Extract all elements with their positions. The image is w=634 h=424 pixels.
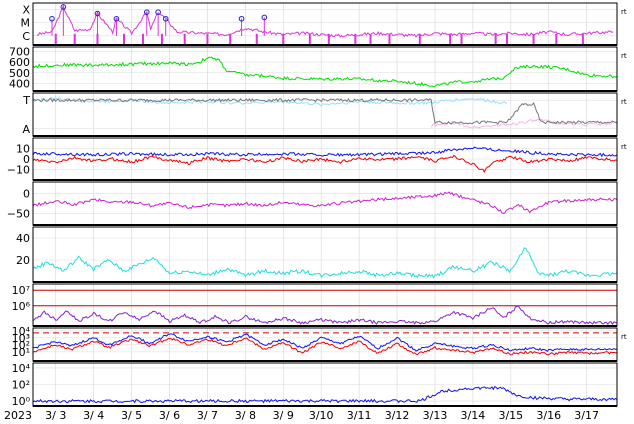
y-tick-label: 10⁰ [12, 395, 31, 408]
x-tick-label: 3/16 [536, 409, 561, 422]
y-tick-label: T [22, 94, 30, 107]
x-tick-label: 3/ 5 [121, 409, 142, 422]
series-line [32, 247, 618, 279]
y-tick-label: X [22, 4, 30, 17]
series-line [32, 305, 618, 326]
x-tick-label: 3/ 8 [235, 409, 256, 422]
x-tick-label: 3/ 6 [159, 409, 180, 422]
year-label: 2023 [4, 409, 32, 422]
event-tick [73, 33, 76, 45]
event-tick [183, 33, 186, 45]
event-tick [532, 33, 535, 45]
event-tick [506, 33, 509, 45]
x-tick-label: 3/ 3 [45, 409, 66, 422]
y-tick-label: 10⁴ [12, 362, 31, 375]
x-tick-label: 3/ 9 [273, 409, 294, 422]
y-tick-label: 20 [16, 254, 30, 267]
panel-frame [32, 46, 618, 92]
y-tick-label: 10² [12, 379, 30, 392]
event-tick [160, 33, 163, 45]
x-tick-label: 3/10 [309, 409, 334, 422]
event-tick [460, 33, 463, 45]
event-tick [369, 33, 372, 45]
y-tick-label: 0 [23, 188, 30, 201]
event-tick [581, 33, 584, 45]
x-tick-label: 3/ 4 [83, 409, 104, 422]
y-tick-label: M [21, 17, 31, 30]
event-tick [555, 33, 558, 45]
series-line [32, 56, 618, 88]
y-tick-label: 10¹ [12, 346, 30, 359]
event-tick [206, 33, 209, 45]
corner-mark: rt [621, 143, 627, 151]
y-tick-label: −10 [7, 164, 30, 177]
corner-mark: rt [621, 98, 627, 106]
series-line [32, 96, 508, 107]
x-tick-label: 3/12 [385, 409, 410, 422]
corner-mark: rt [621, 333, 627, 341]
y-tick-label: 400 [9, 77, 30, 90]
series-line [32, 191, 618, 214]
x-tick-label: 3/13 [423, 409, 448, 422]
x-tick-label: 3/14 [461, 409, 486, 422]
event-tick [449, 33, 452, 45]
corner-mark: rt [621, 8, 627, 16]
y-tick-label: 40 [16, 232, 30, 245]
event-tick [308, 33, 311, 45]
event-tick [354, 33, 357, 45]
event-tick [123, 33, 126, 45]
event-tick [282, 33, 285, 45]
y-tick-label: 10⁶ [12, 300, 31, 313]
event-tick [255, 33, 258, 45]
y-tick-label: A [22, 123, 30, 136]
event-tick [327, 33, 330, 45]
x-tick-label: 3/15 [498, 409, 523, 422]
event-tick [141, 33, 144, 45]
event-tick [418, 33, 421, 45]
event-tick [494, 33, 497, 45]
y-tick-label: −50 [7, 207, 30, 220]
series-line [36, 4, 614, 38]
event-tick [229, 33, 232, 45]
event-tick [388, 33, 391, 45]
space-weather-chart: XMCrt700600500400rtTArt100−10rt0−5040201… [4, 2, 627, 422]
event-tick [54, 33, 57, 45]
x-tick-label: 3/ 7 [197, 409, 218, 422]
y-tick-label: 10⁷ [12, 284, 30, 297]
x-tick-label: 3/11 [347, 409, 372, 422]
series-line [32, 385, 618, 404]
y-tick-label: C [22, 30, 30, 43]
x-tick-label: 3/17 [574, 409, 599, 422]
corner-mark: rt [621, 52, 627, 60]
panel-frame [32, 181, 618, 226]
